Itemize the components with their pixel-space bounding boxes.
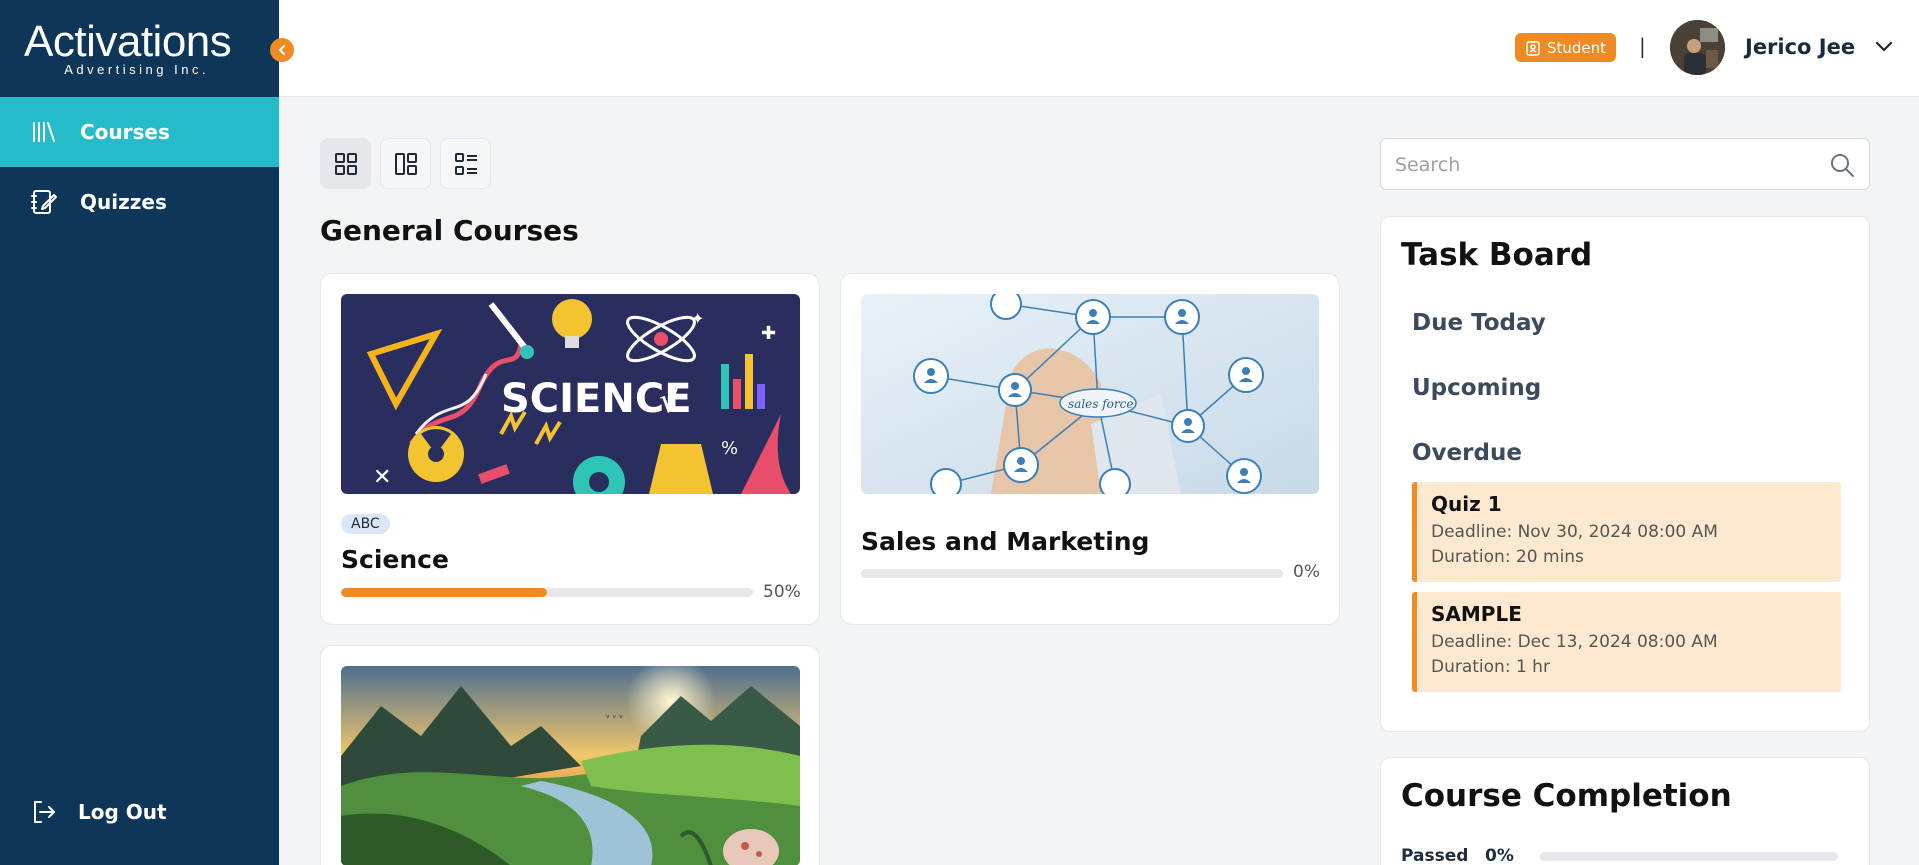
search-icon[interactable] [1829,152,1855,182]
completion-progress-bar [1540,851,1838,861]
course-tag: ABC [341,514,390,534]
library-icon [30,118,58,146]
course-progress-text: 50% [763,582,801,602]
brand-name: Activations [24,17,232,66]
course-card-landscape[interactable]: ᵛ ᵛ ᵛ [320,645,820,865]
svg-text:✚: ✚ [761,323,776,344]
layout-icon [394,152,417,175]
chevron-left-icon [278,45,285,55]
top-header: Student | Jerico Jee [279,0,1919,97]
course-progress-bar [341,588,753,597]
course-card-sales-marketing[interactable]: sales force Sales and Marketing 0% [840,273,1340,625]
course-completion-title: Course Completion [1401,778,1732,814]
task-name: SAMPLE [1431,602,1522,626]
id-badge-icon [1526,40,1540,56]
task-deadline: Deadline: Nov 30, 2024 08:00 AM [1431,522,1718,542]
list-icon [454,152,477,175]
course-title: Science [341,545,449,574]
task-board-panel: Task Board Due Today Upcoming Overdue Qu… [1380,216,1870,732]
avatar[interactable] [1670,20,1725,75]
section-title: General Courses [320,214,579,247]
role-badge-label: Student [1547,38,1607,57]
completion-row: Passed 0% [1401,846,1838,865]
svg-text:√: √ [659,381,681,421]
sidebar-item-quizzes[interactable]: Quizzes [0,167,279,237]
user-menu-toggle[interactable] [1873,36,1895,62]
course-progress-fill [341,588,547,597]
role-badge: Student [1515,33,1617,62]
split-view-button[interactable] [380,138,431,189]
svg-text:✦: ✦ [691,309,704,328]
task-duration: Duration: 1 hr [1431,657,1550,677]
svg-text:ᵛ ᵛ ᵛ: ᵛ ᵛ ᵛ [606,714,623,724]
grid-icon [334,152,357,175]
course-progress-text: 0% [1293,562,1320,582]
header-divider: | [1639,34,1646,58]
course-image: SCIENCE √ % ✕ ✦ ✚ [341,294,800,494]
course-image: sales force [861,294,1319,494]
task-duration: Duration: 20 mins [1431,547,1584,567]
sidebar-item-label: Quizzes [80,190,167,214]
sidebar: Activations Advertising Inc. Courses Qui… [0,0,279,865]
brand-logo[interactable]: Activations Advertising Inc. [24,17,232,78]
svg-text:sales force: sales force [1068,397,1133,411]
course-progress-bar [861,569,1283,578]
task-item[interactable]: SAMPLE Deadline: Dec 13, 2024 08:00 AM D… [1412,592,1841,692]
search-box [1380,138,1870,190]
course-completion-panel: Course Completion Passed 0% [1380,757,1870,865]
svg-text:✕: ✕ [373,465,391,490]
chevron-down-icon [1875,41,1893,52]
course-image: ᵛ ᵛ ᵛ [341,666,800,865]
task-item[interactable]: Quiz 1 Deadline: Nov 30, 2024 08:00 AM D… [1412,482,1841,582]
course-title: Sales and Marketing [861,527,1150,556]
course-card-science[interactable]: SCIENCE √ % ✕ ✦ ✚ ABC Science 50% [320,273,820,625]
completion-label: Passed [1401,846,1469,865]
notebook-edit-icon [30,188,58,216]
completion-value: 0% [1485,846,1514,865]
svg-text:%: % [721,438,738,459]
logout-icon [30,798,58,826]
grid-view-button[interactable] [320,138,371,189]
tab-due-today[interactable]: Due Today [1412,310,1546,336]
task-name: Quiz 1 [1431,492,1502,516]
task-board-title: Task Board [1401,237,1593,273]
logout-button[interactable]: Log Out [0,777,279,847]
search-input[interactable] [1395,151,1815,179]
task-deadline: Deadline: Dec 13, 2024 08:00 AM [1431,632,1718,652]
tab-overdue[interactable]: Overdue [1412,440,1522,466]
sidebar-collapse-button[interactable] [270,38,294,62]
list-view-button[interactable] [440,138,491,189]
logout-label: Log Out [78,800,167,824]
tab-upcoming[interactable]: Upcoming [1412,375,1541,401]
sidebar-item-courses[interactable]: Courses [0,97,279,167]
user-name[interactable]: Jerico Jee [1745,35,1855,59]
sidebar-item-label: Courses [80,120,170,144]
